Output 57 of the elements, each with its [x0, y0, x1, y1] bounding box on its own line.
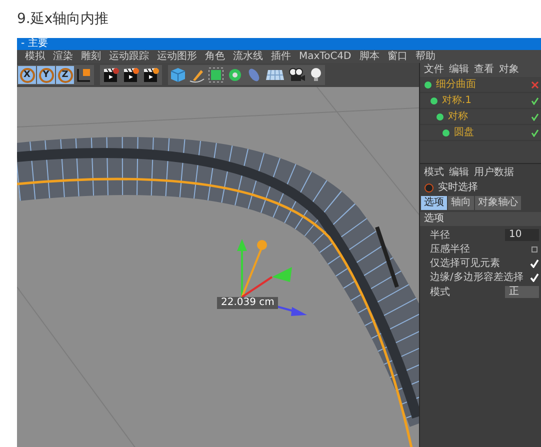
camera-icon[interactable]: [288, 67, 306, 83]
menu-item[interactable]: 插件: [271, 52, 291, 62]
menu-item[interactable]: 模拟: [25, 52, 45, 62]
object-name[interactable]: 圆盘: [454, 128, 474, 138]
field-label: 压感半径: [430, 244, 471, 255]
menu-item[interactable]: 雕刻: [81, 52, 101, 62]
clapperboard-icon[interactable]: [102, 66, 120, 84]
tab[interactable]: 选项: [421, 196, 447, 210]
dropdown[interactable]: 正: [505, 286, 539, 298]
menu-item[interactable]: 流水线: [233, 52, 263, 62]
tab[interactable]: 轴向: [448, 196, 474, 210]
menu-item[interactable]: 帮助: [415, 52, 436, 62]
menu-item[interactable]: 脚本: [359, 52, 380, 62]
tab[interactable]: 对象轴心: [475, 196, 521, 210]
tool-name: 实时选择: [438, 183, 478, 193]
check-icon[interactable]: [531, 128, 539, 136]
field-label: 模式: [430, 286, 451, 298]
measurement-label: 22.039 cm: [217, 297, 278, 309]
object-name[interactable]: 对称: [448, 112, 468, 122]
check-icon[interactable]: [531, 112, 539, 120]
menu-item[interactable]: MaxToC4D: [299, 52, 352, 62]
viewport[interactable]: 22.039 cm: [17, 87, 419, 447]
axis-toggle[interactable]: Y: [37, 66, 55, 84]
menu-item[interactable]: 角色: [205, 52, 225, 62]
object-name[interactable]: 细分曲面: [436, 80, 476, 90]
menu-item[interactable]: 窗口: [387, 52, 408, 62]
window-title: - 主要: [21, 39, 48, 49]
step-heading: 9.延x轴向内推: [17, 10, 109, 28]
clapperboard-icon[interactable]: [142, 66, 160, 84]
field-label: 仅选择可见元素: [430, 258, 501, 269]
object-name[interactable]: 对称.1: [442, 96, 472, 106]
cube-icon[interactable]: [170, 67, 186, 83]
number-field[interactable]: 10: [505, 229, 539, 241]
field-label: 半径: [430, 230, 451, 240]
clapperboard-icon[interactable]: [122, 66, 140, 84]
selected-cube-icon[interactable]: [208, 67, 224, 83]
panel-menu-item[interactable]: 查看: [474, 65, 494, 75]
axis-toggle[interactable]: Z: [56, 66, 74, 84]
pen-icon[interactable]: [189, 67, 205, 83]
panel-menu-item[interactable]: 编辑: [449, 168, 469, 178]
section-header: 选项: [420, 212, 541, 226]
selection-tool-icon: [424, 183, 434, 193]
axis-toggle[interactable]: X: [18, 66, 36, 84]
panel-menu-item[interactable]: 用户数据: [474, 168, 514, 178]
coordinate-icon[interactable]: [75, 66, 93, 84]
field-label: 边缘/多边形容差选择: [430, 272, 524, 283]
panel-menu-item[interactable]: 对象: [499, 65, 519, 75]
grid-plane-icon[interactable]: [265, 67, 285, 83]
checkbox[interactable]: [530, 245, 539, 254]
panel-menu-item[interactable]: 文件: [424, 65, 444, 75]
lightbulb-icon[interactable]: [309, 67, 323, 83]
check-icon[interactable]: [531, 96, 539, 104]
menu-item[interactable]: 渲染: [53, 52, 73, 62]
menu-item[interactable]: 运动跟踪: [109, 52, 149, 62]
panel-menu-item[interactable]: 编辑: [449, 65, 469, 75]
menu-item[interactable]: 运动图形: [157, 52, 197, 62]
panel-menu-item[interactable]: 模式: [424, 168, 444, 178]
